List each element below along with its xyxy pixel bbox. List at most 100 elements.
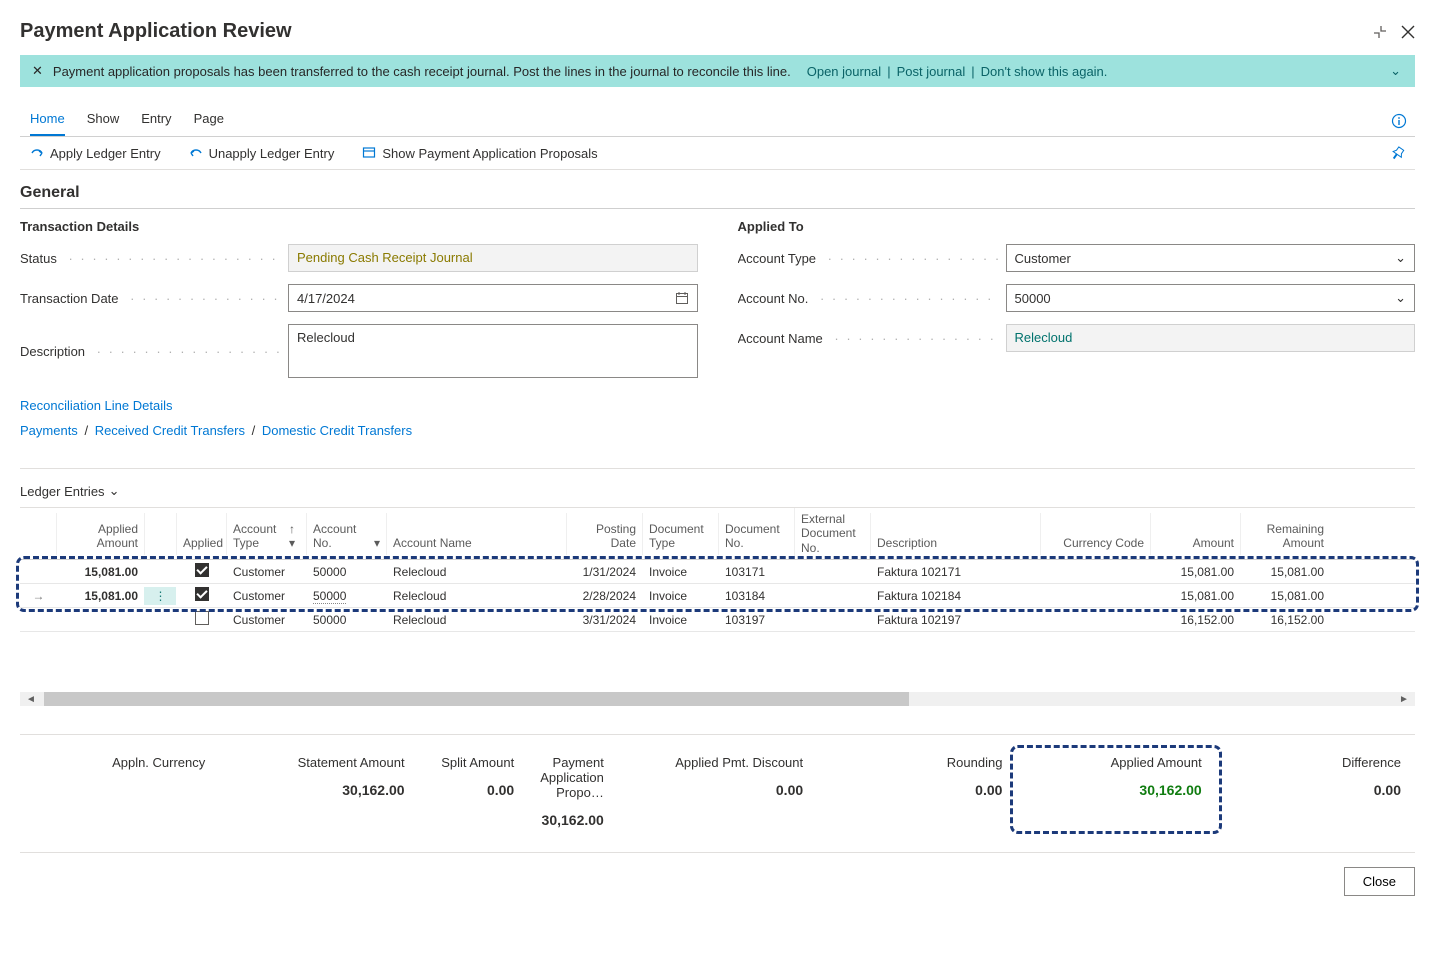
- col-doc-type[interactable]: Document Type: [642, 513, 718, 555]
- split-amount-value: 0.00: [433, 782, 515, 798]
- reconciliation-line-details-link[interactable]: Reconciliation Line Details: [20, 398, 1415, 413]
- scrollbar-thumb[interactable]: [44, 692, 909, 706]
- cell-applied-checkbox[interactable]: [176, 585, 226, 606]
- transaction-date-input[interactable]: 4/17/2024: [288, 284, 698, 312]
- appln-currency-label: Appln. Currency: [34, 755, 205, 770]
- cell-description: Faktura 102184: [870, 587, 1040, 605]
- breadcrumb-payments[interactable]: Payments: [20, 423, 78, 438]
- col-currency[interactable]: Currency Code: [1040, 513, 1150, 555]
- chevron-down-icon: ⌄: [1395, 290, 1406, 306]
- cell-remaining: 16,152.00: [1240, 611, 1330, 629]
- tab-page[interactable]: Page: [194, 105, 224, 136]
- proposal-label: Payment Application Propo…: [522, 755, 604, 800]
- rounding-label: Rounding: [831, 755, 1002, 770]
- action-show-proposals[interactable]: Show Payment Application Proposals: [362, 146, 597, 161]
- table-row[interactable]: Customer50000Relecloud3/31/2024Invoice10…: [20, 608, 1415, 632]
- row-menu-icon[interactable]: ⋮: [144, 587, 176, 605]
- cell-description: Faktura 102171: [870, 563, 1040, 581]
- ledger-grid: Applied Amount Applied Account Type↑ ▾ A…: [20, 507, 1415, 632]
- account-type-value: Customer: [1015, 251, 1071, 266]
- col-amount[interactable]: Amount: [1150, 513, 1240, 555]
- cell-applied-amount: 15,081.00: [56, 587, 144, 605]
- breadcrumb-received-credit[interactable]: Received Credit Transfers: [95, 423, 245, 438]
- cell-account-no[interactable]: 50000: [306, 587, 386, 605]
- col-ext-doc-no[interactable]: External Document No.: [794, 508, 870, 559]
- action-unapply-ledger[interactable]: Unapply Ledger Entry: [189, 146, 335, 161]
- cell-applied-checkbox[interactable]: [176, 561, 226, 582]
- breadcrumb-domestic-credit[interactable]: Domestic Credit Transfers: [262, 423, 412, 438]
- notification-text: Payment application proposals has been t…: [53, 64, 791, 79]
- tab-entry[interactable]: Entry: [141, 105, 171, 136]
- transaction-date-label: Transaction Date: [20, 291, 280, 306]
- applied-amount-label: Applied Amount: [1030, 755, 1201, 770]
- apply-icon: [30, 146, 44, 160]
- pin-icon[interactable]: [1389, 145, 1405, 161]
- action-unapply-label: Unapply Ledger Entry: [209, 146, 335, 161]
- page-header: Payment Application Review: [20, 20, 1415, 43]
- account-type-dropdown[interactable]: Customer ⌄: [1006, 244, 1416, 272]
- notification-expand-icon[interactable]: ⌄: [1390, 63, 1401, 79]
- grid-header: Applied Amount Applied Account Type↑ ▾ A…: [20, 508, 1415, 560]
- account-type-label: Account Type: [738, 251, 998, 266]
- info-icon[interactable]: [1391, 113, 1407, 129]
- cell-account-name: Relecloud: [386, 611, 566, 629]
- statement-amount-value: 30,162.00: [233, 782, 404, 798]
- cell-applied-checkbox[interactable]: [176, 609, 226, 630]
- notification-link-open-journal[interactable]: Open journal: [807, 64, 881, 79]
- description-input[interactable]: Relecloud: [288, 324, 698, 378]
- account-name-label: Account Name: [738, 331, 998, 346]
- page-title: Payment Application Review: [20, 20, 292, 43]
- action-apply-ledger[interactable]: Apply Ledger Entry: [30, 146, 161, 161]
- cell-remaining: 15,081.00: [1240, 563, 1330, 581]
- cell-currency: [1040, 594, 1150, 598]
- notification-link-post-journal[interactable]: Post journal: [897, 64, 966, 79]
- horizontal-scrollbar[interactable]: ◄ ►: [20, 692, 1415, 706]
- col-remaining[interactable]: Remaining Amount: [1240, 513, 1330, 555]
- proposal-value: 30,162.00: [522, 812, 604, 828]
- account-no-label: Account No.: [738, 291, 998, 306]
- cell-amount: 16,152.00: [1150, 611, 1240, 629]
- action-show-proposals-label: Show Payment Application Proposals: [382, 146, 597, 161]
- cell-account-no[interactable]: 50000: [306, 563, 386, 581]
- cell-account-no[interactable]: 50000: [306, 611, 386, 629]
- difference-label: Difference: [1230, 755, 1401, 770]
- collapse-icon[interactable]: [1373, 25, 1387, 39]
- col-applied-amount[interactable]: Applied Amount: [56, 513, 144, 555]
- applied-to: Applied To Account Type Customer ⌄ Accou…: [738, 219, 1416, 390]
- cell-description: Faktura 102197: [870, 611, 1040, 629]
- account-no-value: 50000: [1015, 291, 1051, 306]
- col-account-no[interactable]: Account No.▾: [306, 513, 386, 555]
- col-posting-date[interactable]: Posting Date: [566, 513, 642, 555]
- table-row[interactable]: →15,081.00⋮Customer50000Relecloud2/28/20…: [20, 584, 1415, 608]
- scroll-left-icon[interactable]: ◄: [24, 692, 38, 706]
- col-account-name[interactable]: Account Name: [386, 513, 566, 555]
- action-apply-label: Apply Ledger Entry: [50, 146, 161, 161]
- cell-doc-type: Invoice: [642, 587, 718, 605]
- ledger-entries-header[interactable]: Ledger Entries ⌄: [20, 468, 1415, 499]
- col-description[interactable]: Description: [870, 513, 1040, 555]
- cell-account-type: Customer: [226, 563, 306, 581]
- chevron-down-icon: ⌄: [1395, 250, 1406, 266]
- cell-applied-amount: [56, 618, 144, 622]
- tab-show[interactable]: Show: [87, 105, 120, 136]
- col-applied[interactable]: Applied: [176, 513, 226, 555]
- col-account-type[interactable]: Account Type↑ ▾: [226, 513, 306, 555]
- header-actions: [1373, 25, 1415, 39]
- notification-link-dont-show[interactable]: Don't show this again.: [981, 64, 1108, 79]
- calendar-icon[interactable]: [675, 291, 689, 305]
- rounding-value: 0.00: [831, 782, 1002, 798]
- tab-home[interactable]: Home: [30, 105, 65, 136]
- cell-currency: [1040, 618, 1150, 622]
- table-row[interactable]: 15,081.00Customer50000Relecloud1/31/2024…: [20, 560, 1415, 584]
- col-doc-no[interactable]: Document No.: [718, 513, 794, 555]
- breadcrumb: Payments / Received Credit Transfers / D…: [20, 423, 1415, 438]
- chevron-down-icon: ⌄: [109, 483, 120, 499]
- account-no-dropdown[interactable]: 50000 ⌄: [1006, 284, 1416, 312]
- notification-dismiss-icon[interactable]: ✕: [32, 63, 43, 79]
- cell-posting-date: 1/31/2024: [566, 563, 642, 581]
- scroll-right-icon[interactable]: ►: [1397, 692, 1411, 706]
- close-button[interactable]: Close: [1344, 867, 1415, 896]
- close-icon[interactable]: [1401, 25, 1415, 39]
- description-label: Description: [20, 344, 280, 359]
- transaction-details-heading: Transaction Details: [20, 219, 698, 234]
